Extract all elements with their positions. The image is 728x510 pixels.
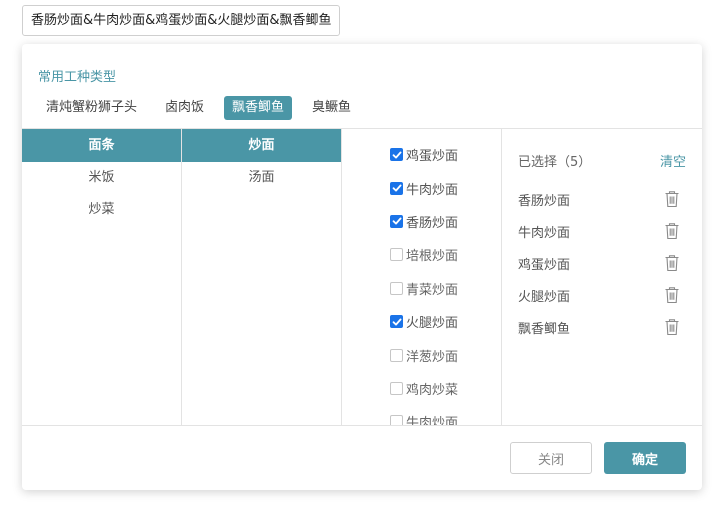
category-item[interactable]: 米饭 <box>22 162 181 194</box>
dish-check-item[interactable]: 洋葱炒面 <box>342 338 501 371</box>
trash-icon[interactable] <box>664 318 680 336</box>
dish-check-item[interactable]: 牛肉炒面 <box>342 171 501 204</box>
dish-check-item[interactable]: 香肠炒面 <box>342 205 501 238</box>
dish-checklist-column[interactable]: 鸡蛋炒面 牛肉炒面 香肠炒面 培根炒面 青菜炒面 火腿炒面 洋葱炒面 鸡肉炒菜 牛肉炒面 <box>342 129 502 425</box>
dish-check-label: 香肠炒面 <box>406 215 459 231</box>
confirm-button[interactable]: 确定 <box>604 442 686 474</box>
selected-header: 已选择（5） 清空 <box>502 129 702 173</box>
dish-check-item[interactable]: 牛肉炒面 <box>342 405 501 425</box>
trash-icon[interactable] <box>664 254 680 272</box>
dish-checklist: 鸡蛋炒面 牛肉炒面 香肠炒面 培根炒面 青菜炒面 火腿炒面 洋葱炒面 鸡肉炒菜 牛肉炒面 <box>342 129 501 425</box>
selected-item: 牛肉炒面 <box>502 215 702 247</box>
quick-tag[interactable]: 臭鳜鱼 <box>304 96 359 120</box>
trash-icon[interactable] <box>664 190 680 208</box>
selected-item: 飘香鲫鱼 <box>502 311 702 343</box>
dish-check-item[interactable]: 火腿炒面 <box>342 305 501 338</box>
checkbox-checked[interactable] <box>390 214 403 228</box>
trash-icon[interactable] <box>664 286 680 304</box>
subcategory-item[interactable]: 汤面 <box>182 162 341 194</box>
subcategory-column: 炒面 汤面 <box>182 129 342 425</box>
selected-item-label: 香肠炒面 <box>518 193 571 209</box>
selected-item: 香肠炒面 <box>502 183 702 215</box>
selected-count-title: 已选择（5） <box>518 155 592 170</box>
dish-check-item[interactable]: 青菜炒面 <box>342 272 501 305</box>
dish-check-label: 牛肉炒面 <box>406 182 459 198</box>
checkbox-checked[interactable] <box>390 315 403 329</box>
checkbox-unchecked[interactable] <box>390 348 403 362</box>
dish-check-item[interactable]: 鸡肉炒菜 <box>342 372 501 405</box>
checkbox-unchecked[interactable] <box>390 415 403 425</box>
selected-item: 鸡蛋炒面 <box>502 247 702 279</box>
trash-icon[interactable] <box>664 222 680 240</box>
dish-check-label: 鸡肉炒菜 <box>406 382 459 398</box>
checkmark-icon <box>392 318 401 326</box>
dish-picker-panel: 常用工种类型 清炖蟹粉狮子头 卤肉饭 飘香鲫鱼 臭鳜鱼 面条 米饭 炒菜 炒面 … <box>22 44 702 490</box>
selected-item-label: 飘香鲫鱼 <box>518 321 571 337</box>
selected-list: 香肠炒面牛肉炒面鸡蛋炒面火腿炒面飘香鲫鱼 <box>502 173 702 343</box>
section-title: 常用工种类型 <box>38 70 117 85</box>
category-column: 面条 米饭 炒菜 <box>22 129 182 425</box>
checkbox-unchecked[interactable] <box>390 281 403 295</box>
selected-item-label: 火腿炒面 <box>518 289 571 305</box>
quick-tag-active[interactable]: 飘香鲫鱼 <box>224 96 293 120</box>
checkbox-unchecked[interactable] <box>390 381 403 395</box>
dish-check-label: 培根炒面 <box>406 249 459 265</box>
quick-tag[interactable]: 卤肉饭 <box>157 96 212 120</box>
dish-check-label: 火腿炒面 <box>406 316 459 332</box>
checkbox-checked[interactable] <box>390 181 403 195</box>
checkmark-icon <box>392 217 401 225</box>
checkmark-icon <box>392 151 401 159</box>
selected-item-label: 牛肉炒面 <box>518 225 571 241</box>
clear-all-link[interactable]: 清空 <box>660 151 686 170</box>
subcategory-item-active[interactable]: 炒面 <box>182 129 341 162</box>
selected-column: 已选择（5） 清空 香肠炒面牛肉炒面鸡蛋炒面火腿炒面飘香鲫鱼 <box>502 129 702 425</box>
dish-check-item[interactable]: 培根炒面 <box>342 238 501 271</box>
selection-display-input[interactable]: 香肠炒面&牛肉炒面&鸡蛋炒面&火腿炒面&飘香鲫鱼 <box>22 5 340 36</box>
selected-item-label: 鸡蛋炒面 <box>518 257 571 273</box>
selected-item: 火腿炒面 <box>502 279 702 311</box>
dish-check-label: 洋葱炒面 <box>406 349 459 365</box>
quick-tag[interactable]: 清炖蟹粉狮子头 <box>38 96 145 120</box>
quick-tag-bar: 清炖蟹粉狮子头 卤肉饭 飘香鲫鱼 臭鳜鱼 <box>38 96 371 120</box>
category-item-active[interactable]: 面条 <box>22 129 181 162</box>
category-item[interactable]: 炒菜 <box>22 194 181 226</box>
dish-check-item[interactable]: 鸡蛋炒面 <box>342 138 501 171</box>
close-button[interactable]: 关闭 <box>510 442 592 474</box>
checkmark-icon <box>392 184 401 192</box>
dish-check-label: 鸡蛋炒面 <box>406 149 459 165</box>
checkbox-checked[interactable] <box>390 148 403 162</box>
dish-check-label: 青菜炒面 <box>406 282 459 298</box>
checkbox-unchecked[interactable] <box>390 248 403 262</box>
picker-columns: 面条 米饭 炒菜 炒面 汤面 鸡蛋炒面 牛肉炒面 香肠炒面 培根炒面 青菜炒面 火腿炒面洋… <box>22 128 702 426</box>
dish-check-label: 牛肉炒面 <box>406 416 459 425</box>
